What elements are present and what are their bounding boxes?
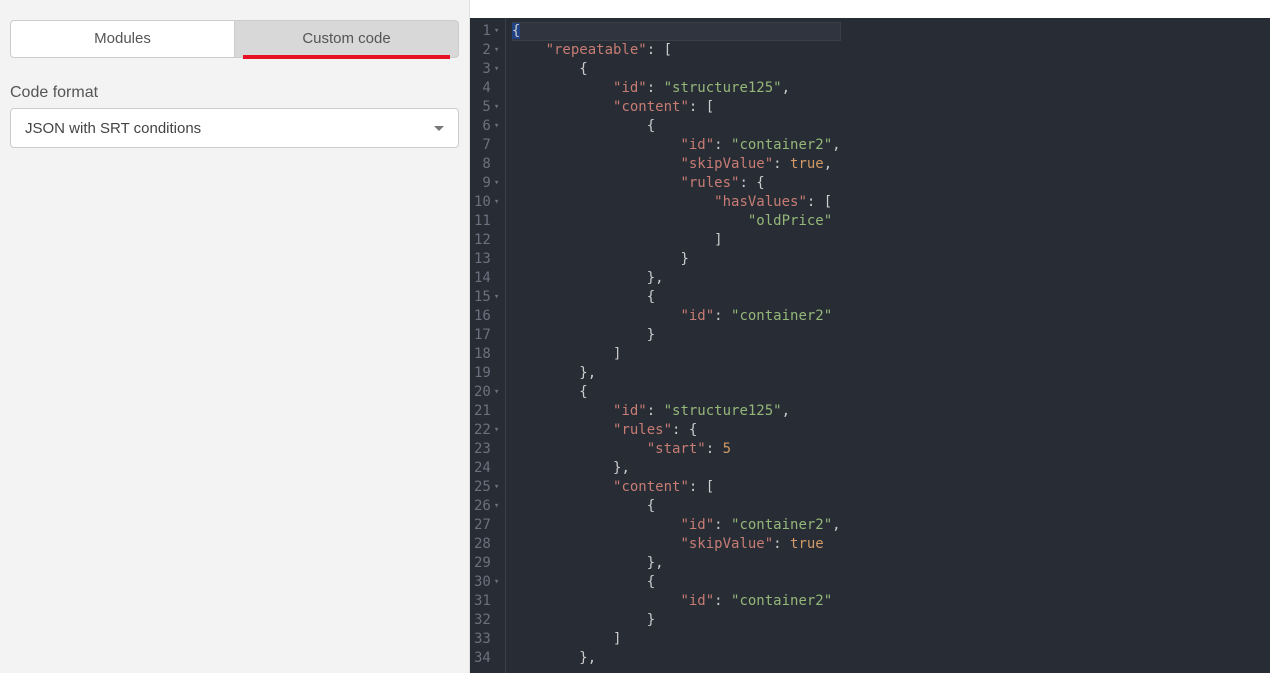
gutter-line: 26▾ — [474, 497, 499, 516]
sidebar: Modules Custom code Code format JSON wit… — [0, 0, 470, 673]
gutter-line: 25▾ — [474, 478, 499, 497]
code-line[interactable]: "content": [ — [512, 98, 841, 117]
code-line[interactable]: } — [512, 250, 841, 269]
code-line[interactable]: ] — [512, 345, 841, 364]
fold-icon[interactable]: ▾ — [491, 383, 499, 402]
gutter-line: 27 — [474, 516, 499, 535]
code-line[interactable]: { — [512, 117, 841, 136]
fold-icon[interactable]: ▾ — [491, 60, 499, 79]
chevron-down-icon — [434, 126, 444, 131]
code-line[interactable]: "id": "container2", — [512, 136, 841, 155]
code-format-label: Code format — [0, 58, 469, 108]
code-line[interactable]: { — [512, 60, 841, 79]
code-line[interactable]: "hasValues": [ — [512, 193, 841, 212]
gutter-line: 31 — [474, 592, 499, 611]
fold-icon[interactable]: ▾ — [491, 497, 499, 516]
gutter-line: 6▾ — [474, 117, 499, 136]
gutter-line: 22▾ — [474, 421, 499, 440]
fold-icon[interactable]: ▾ — [491, 117, 499, 136]
code-line[interactable]: "id": "structure125", — [512, 402, 841, 421]
code-line[interactable]: { — [512, 497, 841, 516]
gutter-line: 13 — [474, 250, 499, 269]
tab-row: Modules Custom code — [0, 0, 469, 58]
code-line[interactable]: }, — [512, 554, 841, 573]
gutter-line: 33 — [474, 630, 499, 649]
gutter-line: 11 — [474, 212, 499, 231]
code-line[interactable]: } — [512, 326, 841, 345]
fold-icon[interactable]: ▾ — [491, 288, 499, 307]
code-line[interactable]: "oldPrice" — [512, 212, 841, 231]
gutter-line: 18 — [474, 345, 499, 364]
gutter-line: 17 — [474, 326, 499, 345]
gutter-line: 29 — [474, 554, 499, 573]
code-line[interactable]: ] — [512, 630, 841, 649]
gutter-line: 14 — [474, 269, 499, 288]
tab-custom-code[interactable]: Custom code — [234, 20, 459, 58]
code-line[interactable]: "repeatable": [ — [512, 41, 841, 60]
code-body[interactable]: { "repeatable": [ { "id": "structure125"… — [506, 18, 841, 673]
gutter-line: 12 — [474, 231, 499, 250]
code-line[interactable]: "id": "container2", — [512, 516, 841, 535]
gutter-line: 34 — [474, 649, 499, 668]
code-line[interactable]: } — [512, 611, 841, 630]
code-line[interactable]: }, — [512, 269, 841, 288]
fold-icon[interactable]: ▾ — [491, 573, 499, 592]
fold-icon[interactable]: ▾ — [491, 174, 499, 193]
fold-icon[interactable]: ▾ — [491, 193, 499, 212]
fold-icon[interactable]: ▾ — [491, 421, 499, 440]
code-line[interactable]: { — [512, 383, 841, 402]
code-editor[interactable]: 1▾2▾3▾45▾6▾789▾10▾1112131415▾1617181920▾… — [470, 18, 1270, 673]
code-line[interactable]: ] — [512, 231, 841, 250]
fold-icon[interactable]: ▾ — [491, 478, 499, 497]
gutter-line: 5▾ — [474, 98, 499, 117]
code-line[interactable]: "rules": { — [512, 421, 841, 440]
code-line[interactable]: }, — [512, 364, 841, 383]
tab-modules[interactable]: Modules — [10, 20, 234, 58]
gutter-line: 15▾ — [474, 288, 499, 307]
code-line[interactable]: { — [512, 573, 841, 592]
gutter-line: 16 — [474, 307, 499, 326]
gutter-line: 3▾ — [474, 60, 499, 79]
code-line[interactable]: "skipValue": true — [512, 535, 841, 554]
gutter-line: 24 — [474, 459, 499, 478]
fold-icon[interactable]: ▾ — [491, 22, 499, 41]
code-line[interactable]: }, — [512, 649, 841, 668]
code-line[interactable]: "content": [ — [512, 478, 841, 497]
gutter-line: 23 — [474, 440, 499, 459]
code-format-select[interactable]: JSON with SRT conditions — [10, 108, 459, 148]
line-gutter: 1▾2▾3▾45▾6▾789▾10▾1112131415▾1617181920▾… — [470, 18, 506, 673]
fold-icon[interactable]: ▾ — [491, 41, 499, 60]
fold-icon[interactable]: ▾ — [491, 98, 499, 117]
code-line[interactable]: "skipValue": true, — [512, 155, 841, 174]
code-line[interactable]: { — [512, 22, 841, 41]
code-line[interactable]: "id": "container2" — [512, 592, 841, 611]
code-line[interactable]: }, — [512, 459, 841, 478]
gutter-line: 32 — [474, 611, 499, 630]
gutter-line: 20▾ — [474, 383, 499, 402]
gutter-line: 30▾ — [474, 573, 499, 592]
gutter-line: 19 — [474, 364, 499, 383]
gutter-line: 9▾ — [474, 174, 499, 193]
code-line[interactable]: "start": 5 — [512, 440, 841, 459]
code-line[interactable]: "id": "structure125", — [512, 79, 841, 98]
code-line[interactable]: "id": "container2" — [512, 307, 841, 326]
code-format-value: JSON with SRT conditions — [25, 120, 201, 137]
gutter-line: 28 — [474, 535, 499, 554]
gutter-line: 7 — [474, 136, 499, 155]
gutter-line: 1▾ — [474, 22, 499, 41]
code-line[interactable]: "rules": { — [512, 174, 841, 193]
gutter-line: 10▾ — [474, 193, 499, 212]
gutter-line: 8 — [474, 155, 499, 174]
code-panel: 1▾2▾3▾45▾6▾789▾10▾1112131415▾1617181920▾… — [470, 0, 1270, 673]
gutter-line: 21 — [474, 402, 499, 421]
gutter-line: 2▾ — [474, 41, 499, 60]
code-line[interactable]: { — [512, 288, 841, 307]
gutter-line: 4 — [474, 79, 499, 98]
header-strip — [470, 0, 1270, 18]
